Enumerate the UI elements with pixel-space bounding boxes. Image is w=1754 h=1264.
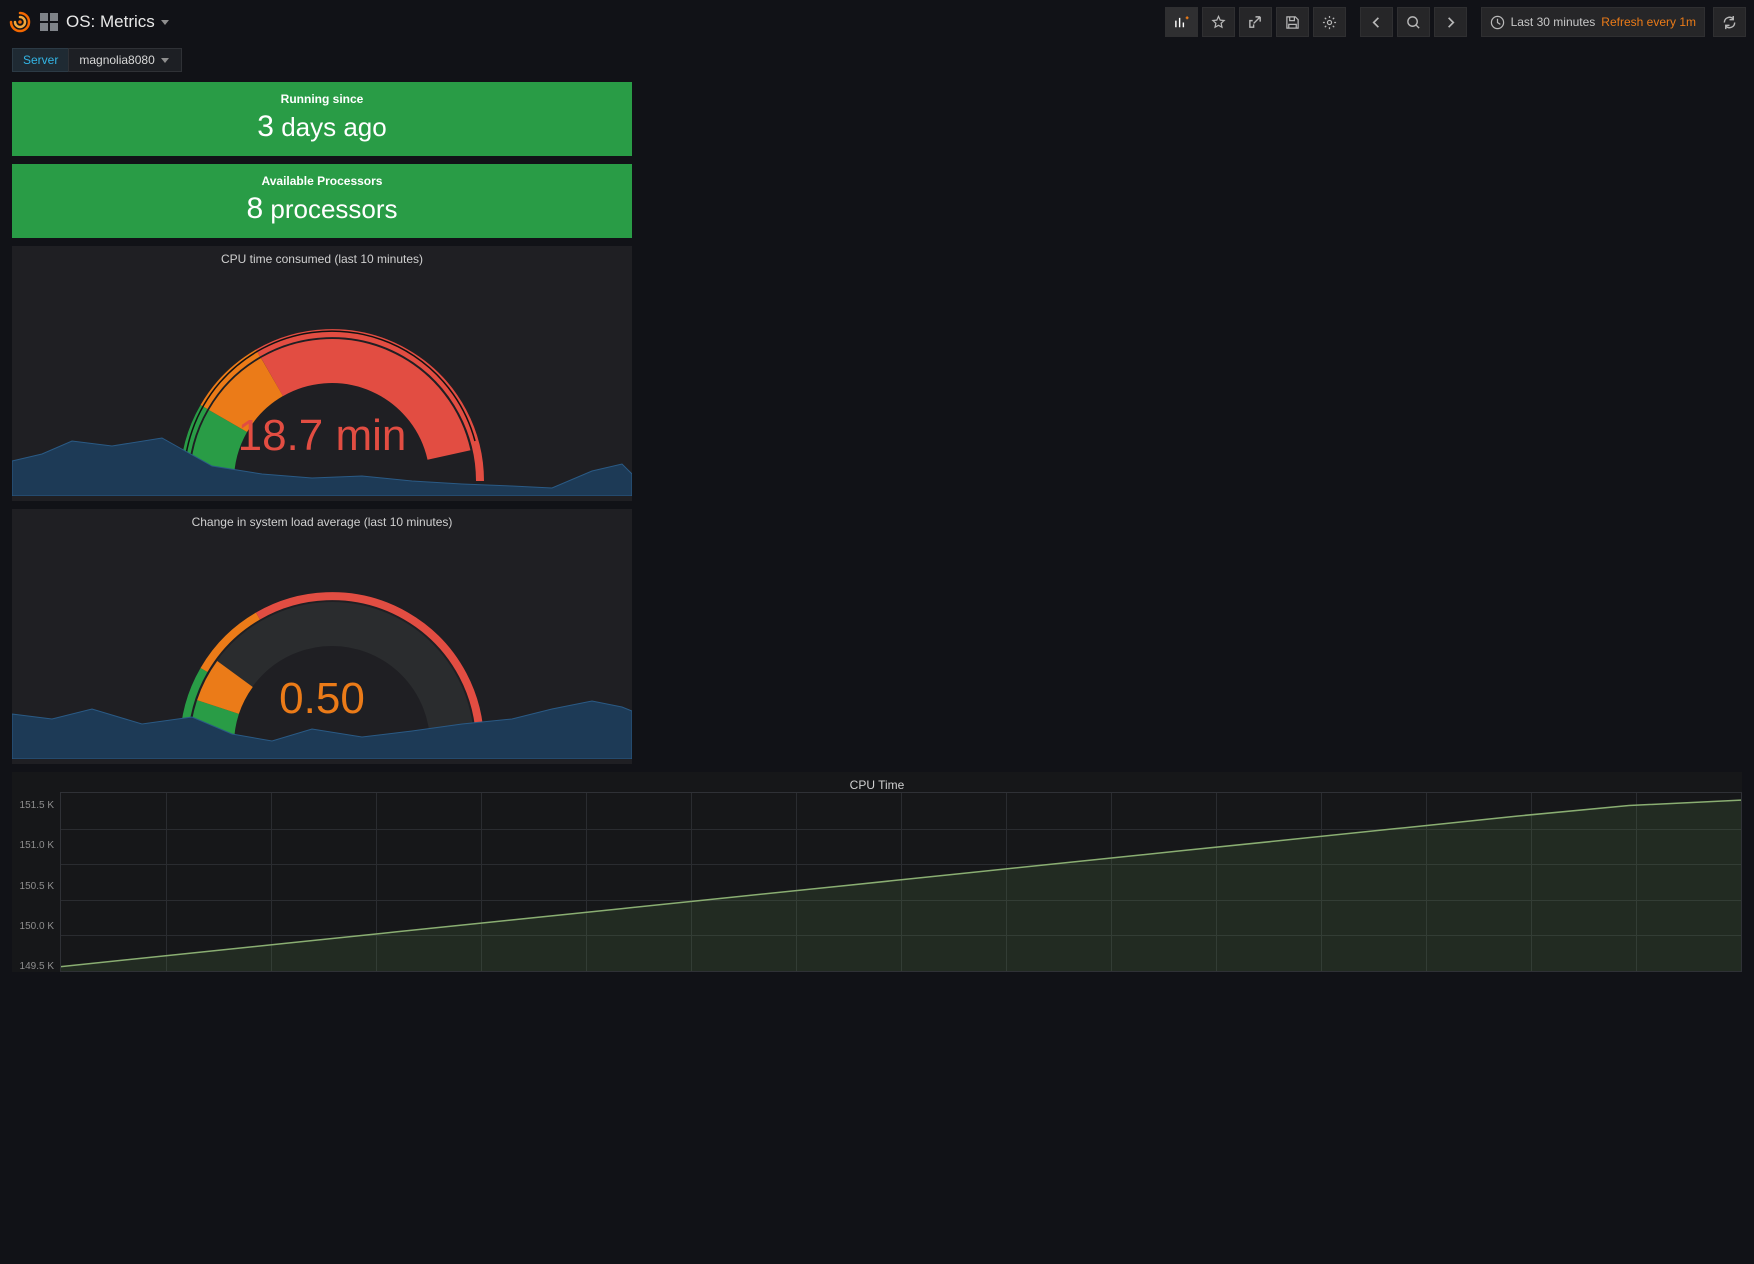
refresh-interval-label: Refresh every 1m <box>1601 15 1696 29</box>
panel-value: 3 days ago <box>12 110 632 144</box>
dashboard-title-dropdown[interactable]: OS: Metrics <box>66 12 169 32</box>
y-axis: 151.5 K 151.0 K 150.5 K 150.0 K 149.5 K <box>12 792 60 972</box>
panel-cpu-time-gauge[interactable]: CPU time consumed (last 10 minutes) <box>12 246 632 501</box>
dashboard-title: OS: Metrics <box>66 12 155 32</box>
panel-title: CPU time consumed (last 10 minutes) <box>12 246 632 266</box>
refresh-button[interactable] <box>1713 7 1746 37</box>
time-range-label: Last 30 minutes <box>1511 15 1596 29</box>
gauge-value: 0.50 <box>12 674 632 724</box>
grafana-logo-icon[interactable] <box>8 10 32 34</box>
panel-available-processors[interactable]: Available Processors 8 processors <box>12 164 632 238</box>
zoom-out-button[interactable] <box>1397 7 1430 37</box>
panel-title: Available Processors <box>12 174 632 188</box>
panel-running-since[interactable]: Running since 3 days ago <box>12 82 632 156</box>
panel-title: CPU Time <box>12 772 1742 792</box>
time-back-button[interactable] <box>1360 7 1393 37</box>
panel-value: 8 processors <box>12 192 632 226</box>
panel-title: Running since <box>12 92 632 106</box>
chevron-down-icon <box>161 58 169 63</box>
panel-title: Change in system load average (last 10 m… <box>12 509 632 529</box>
settings-button[interactable] <box>1313 7 1346 37</box>
top-toolbar: OS: Metrics Last 30 minute <box>0 0 1754 44</box>
time-forward-button[interactable] <box>1434 7 1467 37</box>
template-var-value: magnolia8080 <box>79 53 154 67</box>
star-button[interactable] <box>1202 7 1235 37</box>
gauge-value: 18.7 min <box>12 411 632 461</box>
panel-load-avg-gauge[interactable]: Change in system load average (last 10 m… <box>12 509 632 764</box>
template-variable-row: Server magnolia8080 <box>0 44 1754 82</box>
template-var-label: Server <box>12 48 68 72</box>
chevron-down-icon <box>161 20 169 25</box>
time-range-picker[interactable]: Last 30 minutes Refresh every 1m <box>1481 7 1705 37</box>
panel-cpu-time-chart[interactable]: CPU Time 151.5 K 151.0 K 150.5 K 150.0 K… <box>12 772 1742 972</box>
save-button[interactable] <box>1276 7 1309 37</box>
share-button[interactable] <box>1239 7 1272 37</box>
add-panel-button[interactable] <box>1165 7 1198 37</box>
chart-plot-area[interactable] <box>60 792 1742 972</box>
dashboard-grid-icon[interactable] <box>40 13 58 31</box>
template-var-server-dropdown[interactable]: magnolia8080 <box>68 48 181 72</box>
